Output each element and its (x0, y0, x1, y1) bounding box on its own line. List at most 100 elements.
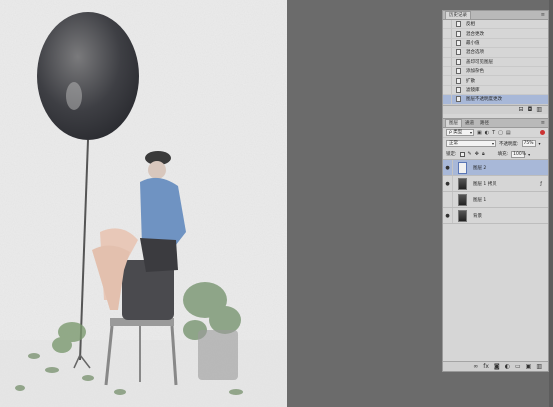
history-footer: ⊟ ◘ ▥ (443, 104, 548, 114)
history-item-label: 混合选项 (466, 50, 484, 56)
smart-object-filter-icon[interactable]: ▤ (506, 130, 511, 136)
lock-transparent-icon[interactable] (459, 151, 465, 157)
history-item[interactable]: 添加杂色 (443, 66, 548, 77)
history-item-label: 最小值 (466, 40, 480, 46)
history-item[interactable]: 最小值 (443, 38, 548, 49)
panel-menu-icon[interactable]: ≡ (541, 120, 545, 126)
tab-channels[interactable]: 通道 (462, 120, 477, 127)
group-icon[interactable]: ▭ (515, 363, 521, 370)
history-snapshot-toggle[interactable] (443, 48, 452, 57)
layer-effects-icon[interactable]: ƒ (540, 181, 542, 187)
history-panel: 历史记录 ≡ 反相 混合更改 最小值 混合选项 盖印可见图层 添加杂色 扩散 滤… (442, 10, 549, 119)
adjustment-filter-icon[interactable]: ◐ (485, 130, 489, 136)
lock-fill-row: 锁定: ✎ ✥ 🔒︎ 填充: 100% ▾ (443, 149, 548, 160)
layer-name[interactable]: 背景 (473, 213, 482, 219)
history-snapshot-toggle[interactable] (443, 76, 452, 85)
history-item[interactable]: 滤镜库 (443, 85, 548, 96)
type-filter-icon[interactable]: T (492, 130, 495, 136)
shape-filter-icon[interactable]: ▢ (498, 130, 503, 136)
layer-kind-filter[interactable]: ρ 类型 (446, 129, 474, 136)
lock-move-icon[interactable]: ✥ (475, 151, 479, 157)
history-item-label: 反相 (466, 22, 475, 28)
layer-row[interactable]: ● 背景 (443, 208, 548, 224)
tab-paths[interactable]: 路径 (477, 120, 492, 127)
opacity-dropdown-icon[interactable]: ▾ (539, 141, 541, 146)
layer-name[interactable]: 图层 2 (473, 165, 486, 171)
blend-mode-select[interactable]: 正常 (446, 140, 496, 147)
history-state-icon (456, 77, 461, 84)
history-item[interactable]: 混合更改 (443, 29, 548, 39)
new-layer-icon[interactable]: ▣ (526, 363, 532, 370)
opacity-input[interactable]: 75% (521, 140, 536, 147)
history-item[interactable]: 混合选项 (443, 48, 548, 58)
history-item-label: 盖印可见图层 (466, 59, 493, 65)
history-panel-tabs: 历史记录 ≡ (443, 11, 548, 20)
lock-all-icon[interactable]: 🔒︎ (482, 151, 485, 157)
layer-name[interactable]: 图层 1 (473, 197, 486, 203)
layers-panel: 图层 通道 路径 ≡ ρ 类型 ▣ ◐ T ▢ ▤ 正常 不透明度: 75% ▾… (442, 118, 549, 372)
history-item[interactable]: 盖印可见图层 (443, 57, 548, 67)
history-item[interactable]: 扩散 (443, 76, 548, 86)
fx-icon[interactable]: fx (483, 363, 489, 370)
layers-panel-tabs: 图层 通道 路径 ≡ (443, 119, 548, 128)
trash-icon[interactable]: ▥ (536, 106, 542, 113)
history-item-label: 混合更改 (466, 31, 484, 37)
history-snapshot-toggle[interactable] (443, 20, 452, 29)
visibility-eye-hidden-icon[interactable] (443, 192, 453, 207)
panel-menu-icon[interactable]: ≡ (541, 12, 545, 18)
lock-paint-icon[interactable]: ✎ (468, 151, 472, 157)
blend-opacity-row: 正常 不透明度: 75% ▾ (443, 138, 548, 149)
image-filter-icon[interactable]: ▣ (477, 130, 482, 136)
history-state-icon (456, 58, 461, 65)
new-document-from-state-icon[interactable]: ⊟ (519, 106, 524, 113)
layer-thumbnail (458, 193, 467, 206)
fill-label: 填充: (497, 152, 509, 157)
history-state-icon (456, 68, 461, 75)
layer-thumbnail (458, 177, 467, 190)
history-item-label: 扩散 (466, 78, 475, 84)
history-item-label: 图层不透明度更改 (466, 97, 502, 103)
layer-list: ● 图层 2 ● 图层 1 拷贝 ƒ 图层 1 ● 背景 (443, 160, 548, 224)
document-canvas[interactable] (0, 0, 287, 407)
filter-toggle-icon[interactable] (540, 130, 545, 135)
layer-row[interactable]: 图层 1 (443, 192, 548, 208)
history-state-icon (456, 86, 461, 93)
visibility-eye-icon[interactable]: ● (443, 176, 453, 191)
link-icon[interactable]: ∞ (473, 363, 478, 370)
history-item-label: 添加杂色 (466, 69, 484, 75)
layer-row[interactable]: ● 图层 2 (443, 160, 548, 176)
canvas-image (0, 0, 287, 407)
history-state-icon (456, 96, 461, 103)
layer-thumbnail (458, 161, 467, 174)
history-item-selected[interactable]: 图层不透明度更改 (443, 95, 548, 105)
lock-label: 锁定: (446, 152, 457, 157)
history-snapshot-toggle[interactable] (443, 38, 452, 48)
history-snapshot-toggle[interactable] (443, 29, 452, 38)
history-snapshot-toggle[interactable] (443, 66, 452, 76)
tab-history[interactable]: 历史记录 (445, 11, 471, 19)
history-item[interactable]: 反相 (443, 20, 548, 30)
history-state-icon (456, 30, 461, 37)
trash-icon[interactable]: ▥ (536, 363, 542, 370)
history-snapshot-toggle[interactable] (443, 95, 452, 104)
tab-layers[interactable]: 图层 (445, 119, 462, 127)
history-list: 反相 混合更改 最小值 混合选项 盖印可见图层 添加杂色 扩散 滤镜库 图层不透… (443, 20, 548, 105)
fill-dropdown-icon[interactable]: ▾ (528, 152, 530, 157)
layer-thumbnail (458, 209, 467, 222)
opacity-label: 不透明度: (499, 141, 519, 147)
layer-row[interactable]: ● 图层 1 拷贝 ƒ (443, 176, 548, 192)
history-snapshot-toggle[interactable] (443, 57, 452, 66)
layer-name[interactable]: 图层 1 拷贝 (473, 181, 497, 187)
history-state-icon (456, 39, 461, 46)
adjustment-icon[interactable]: ◐ (505, 363, 510, 370)
history-state-icon (456, 49, 461, 56)
fill-input[interactable]: 100% (511, 150, 526, 158)
layers-footer: ∞ fx ◙ ◐ ▭ ▣ ▥ (443, 361, 548, 371)
layer-filter-row: ρ 类型 ▣ ◐ T ▢ ▤ (443, 128, 548, 138)
visibility-eye-icon[interactable]: ● (443, 208, 453, 223)
history-snapshot-toggle[interactable] (443, 85, 452, 95)
visibility-eye-icon[interactable]: ● (443, 160, 453, 175)
history-item-label: 滤镜库 (466, 87, 480, 93)
mask-icon[interactable]: ◙ (494, 363, 500, 370)
camera-icon[interactable]: ◘ (528, 106, 533, 113)
